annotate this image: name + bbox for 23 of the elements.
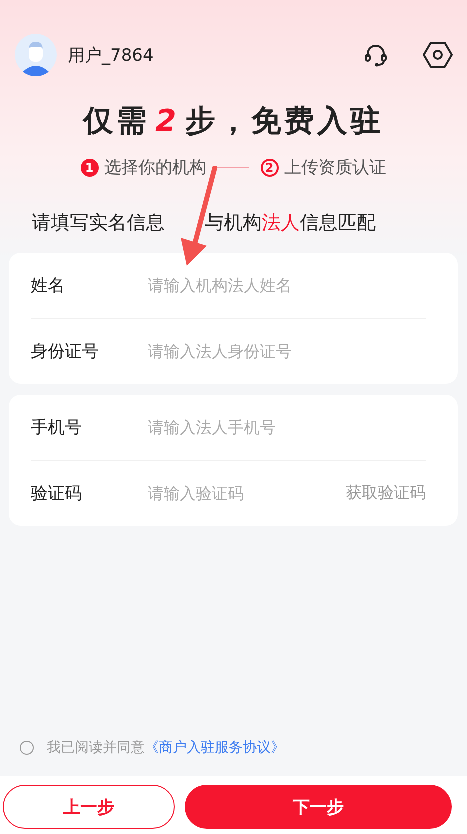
field-label: 验证码 bbox=[31, 483, 83, 505]
previous-step-button[interactable]: 上一步 bbox=[3, 785, 175, 829]
input-field[interactable]: 请输入法人手机号 bbox=[148, 418, 426, 437]
page-title: 仅需 2 步，免费入驻 bbox=[82, 103, 384, 141]
step-label: 选择你的机构 bbox=[104, 157, 206, 179]
agreement-link[interactable]: 《商户入驻服务协议》 bbox=[145, 739, 285, 757]
step-label: 上传资质认证 bbox=[284, 157, 386, 179]
field-label: 身份证号 bbox=[31, 341, 100, 363]
avatar-icon bbox=[15, 34, 57, 76]
settings-icon[interactable] bbox=[423, 40, 453, 70]
field-label: 手机号 bbox=[31, 417, 83, 439]
username: 用户_7864 bbox=[68, 44, 154, 66]
agreement-text: 我已阅读并同意 bbox=[47, 739, 145, 757]
agreement-checkbox[interactable] bbox=[20, 741, 34, 755]
field-label: 姓名 bbox=[31, 275, 66, 297]
instruction-text: 请填写实名信息 与机构法人信息匹配 bbox=[31, 211, 377, 236]
step-number: 1 bbox=[80, 158, 98, 176]
step-number: 2 bbox=[260, 158, 278, 176]
input-field[interactable]: 请输入法人身份证号 bbox=[148, 342, 426, 361]
input-field[interactable]: 请输入机构法人姓名 bbox=[148, 276, 426, 295]
next-step-button[interactable]: 下一步 bbox=[185, 785, 452, 829]
get-code-link[interactable]: 获取验证码 bbox=[346, 483, 426, 504]
input-field[interactable]: 请输入验证码 bbox=[148, 484, 346, 503]
